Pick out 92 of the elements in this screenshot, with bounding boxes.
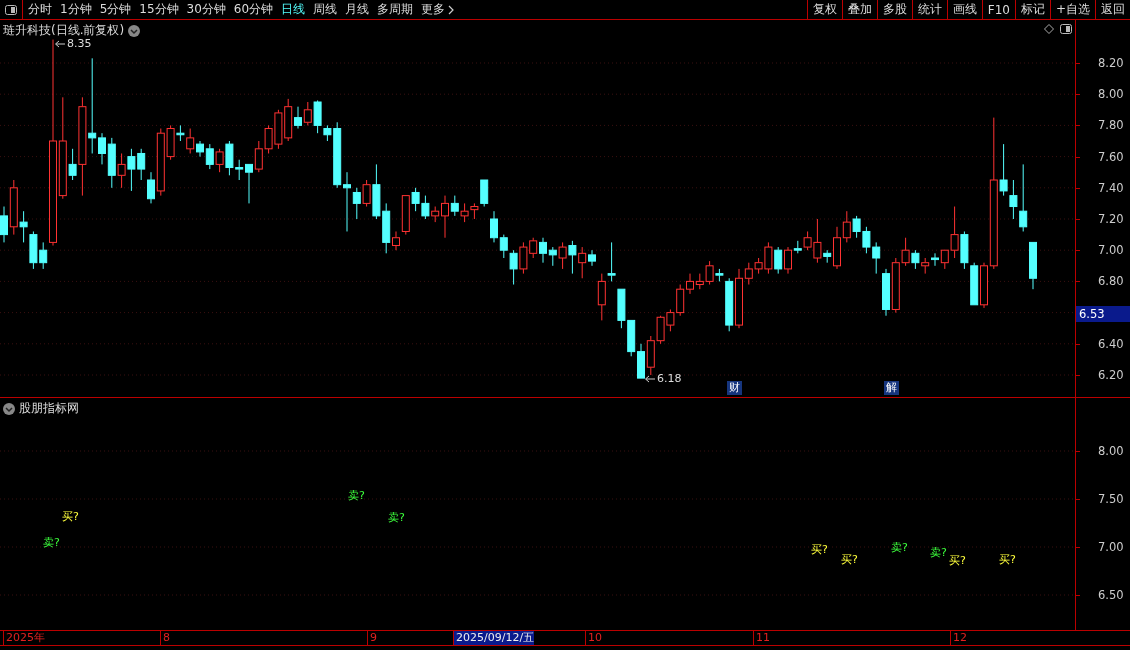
sell-signal: 卖?	[891, 540, 908, 555]
buy-signal: 买?	[841, 552, 858, 567]
toolbar-button[interactable]: 叠加	[841, 0, 877, 19]
panel-icon	[5, 4, 17, 15]
event-marker[interactable]: 财	[727, 381, 742, 395]
period-tab[interactable]: 日线	[281, 1, 306, 18]
sell-signal: 卖?	[930, 545, 947, 560]
axis-label: 8.00	[1098, 444, 1124, 458]
date-label: 9	[367, 631, 377, 645]
indicator-title: 股朋指标网	[19, 400, 79, 417]
axis-label: 7.80	[1098, 118, 1124, 133]
date-label: 10	[585, 631, 602, 645]
candlestick	[264, 124, 273, 154]
candlestick	[852, 215, 861, 239]
toolbar-button[interactable]: 多股	[876, 0, 912, 19]
candlestick	[127, 148, 136, 192]
candlestick	[862, 226, 871, 254]
toolbar-button[interactable]: +自选	[1049, 0, 1095, 19]
date-label: 2025年	[3, 631, 45, 645]
buy-signal: 买?	[62, 509, 79, 524]
toolbar-button[interactable]: 返回	[1095, 0, 1130, 19]
panel-icon	[1060, 24, 1072, 34]
cursor-date-label: 2025/09/12/五	[453, 631, 535, 645]
candlestick	[921, 257, 930, 275]
candlestick	[646, 335, 655, 376]
axis-label: 7.40	[1098, 180, 1124, 195]
buy-signal: 买?	[811, 542, 828, 557]
event-marker[interactable]: 解	[884, 381, 899, 395]
candlestick	[960, 231, 969, 270]
period-tab[interactable]: 5分钟	[99, 1, 132, 18]
candlestick	[617, 288, 626, 329]
toolbar-button[interactable]: 统计	[911, 0, 947, 19]
toolbar-button[interactable]: 标记	[1014, 0, 1050, 19]
candlestick	[597, 273, 606, 321]
axis-label: 7.20	[1098, 212, 1124, 226]
candlestick	[911, 249, 920, 270]
price-label: 6.18	[657, 372, 682, 385]
arrow-left-icon	[644, 374, 656, 383]
period-tab[interactable]: 60分钟	[233, 1, 274, 18]
toolbar-button[interactable]: 复权	[806, 0, 842, 19]
period-tab[interactable]: 月线	[345, 1, 370, 18]
axis-label: 6.50	[1098, 588, 1124, 602]
sell-signal: 卖?	[43, 535, 60, 550]
axis-label: 8.20	[1098, 56, 1124, 70]
candlestick	[842, 210, 851, 243]
candlestick	[627, 319, 636, 357]
candlestick	[29, 231, 38, 270]
date-label: 8	[160, 631, 170, 645]
arrow-left-icon	[54, 39, 66, 48]
candlestick	[970, 262, 979, 306]
stock-title: 琏升科技(日线.前复权)	[3, 22, 125, 39]
period-tab[interactable]: 15分钟	[139, 1, 179, 18]
axis-label: 6.40	[1098, 336, 1124, 351]
candlestick	[137, 148, 146, 181]
date-label: 12	[950, 631, 967, 645]
toolbar-button[interactable]: 画线	[946, 0, 982, 19]
buy-signal: 买?	[949, 553, 966, 568]
toolbar-button[interactable]: F10	[981, 0, 1015, 19]
axis-label: 6.20	[1098, 368, 1124, 382]
candlestick	[656, 315, 665, 345]
sell-signal: 卖?	[348, 488, 365, 503]
current-price-tag: 6.53	[1076, 306, 1130, 322]
buy-signal: 买?	[999, 552, 1016, 567]
candlestick	[303, 101, 312, 126]
period-tab[interactable]: 1分钟	[60, 1, 92, 18]
axis-label: 8.00	[1098, 87, 1124, 102]
axis-label: 7.50	[1098, 492, 1124, 506]
dropdown-icon	[3, 402, 15, 415]
price-label: 8.35	[67, 37, 92, 50]
date-label: 11	[753, 631, 770, 645]
period-tab[interactable]: 多周期	[377, 1, 414, 18]
candlestick	[1029, 241, 1037, 290]
candlestick	[460, 202, 469, 223]
candlestick	[254, 140, 263, 173]
axis-label: 7.00	[1098, 243, 1124, 258]
candlestick	[568, 240, 577, 275]
candlestick	[607, 241, 616, 282]
period-tab[interactable]: 分时	[28, 1, 52, 18]
candlestick	[774, 246, 783, 275]
candlestick	[558, 241, 567, 270]
sell-signal: 卖?	[388, 510, 405, 525]
diamond-icon	[1044, 24, 1054, 34]
period-tab[interactable]: 30分钟	[186, 1, 226, 18]
candlestick	[548, 246, 557, 267]
axis-label: 7.60	[1098, 149, 1124, 164]
period-tab[interactable]: 周线	[313, 1, 338, 18]
chevron-right-icon	[448, 4, 455, 15]
axis-label: 7.00	[1098, 540, 1124, 554]
dropdown-icon	[128, 24, 141, 37]
axis-label: 6.80	[1098, 274, 1124, 289]
candlestick	[274, 109, 283, 150]
period-tab[interactable]: 更多	[421, 1, 455, 18]
